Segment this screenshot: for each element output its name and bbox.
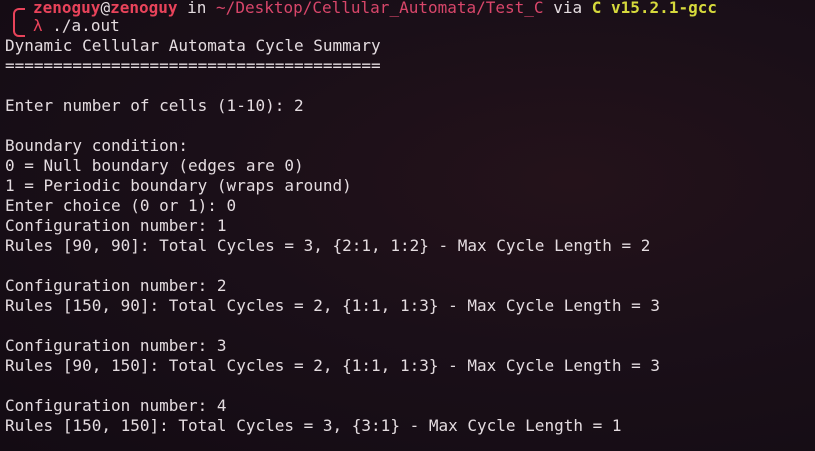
output-line: Rules [150, 150]: Total Cycles = 3, {3:1… bbox=[5, 416, 622, 435]
output-line: Rules [90, 150]: Total Cycles = 2, {1:1,… bbox=[5, 356, 661, 375]
output-line: Dynamic Cellular Automata Cycle Summary bbox=[5, 36, 381, 55]
terminal-window[interactable]: zenoguy@zenoguy in ~/Desktop/Cellular_Au… bbox=[0, 0, 815, 451]
prompt-frame-decoration bbox=[13, 8, 25, 37]
prompt-at: @ bbox=[100, 0, 111, 17]
command-line: λ ./a.out bbox=[33, 16, 120, 36]
prompt-in: in bbox=[177, 0, 217, 17]
output-line: Configuration number: 3 bbox=[5, 336, 227, 355]
output-line: Enter choice (0 or 1): 0 bbox=[5, 196, 237, 215]
output-line: Configuration number: 2 bbox=[5, 276, 227, 295]
c-language-icon: C bbox=[591, 0, 602, 17]
output-line: Rules [90, 90]: Total Cycles = 3, {2:1, … bbox=[5, 236, 651, 255]
prompt-line: zenoguy@zenoguy in ~/Desktop/Cellular_Au… bbox=[33, 0, 717, 18]
command-text: ./a.out bbox=[52, 16, 120, 35]
prompt-user: zenoguy bbox=[33, 0, 101, 17]
output-line: 1 = Periodic boundary (wraps around) bbox=[5, 176, 352, 195]
output-line: Configuration number: 1 bbox=[5, 216, 227, 235]
output-line: ======================================= bbox=[5, 56, 381, 75]
compiler-version: v15.2.1-gcc bbox=[611, 0, 717, 17]
output-line: 0 = Null boundary (edges are 0) bbox=[5, 156, 304, 175]
prompt-path: ~/Desktop/Cellular_Automata/Test_C bbox=[216, 0, 544, 17]
output-line: Configuration number: 4 bbox=[5, 396, 227, 415]
output-line: Enter number of cells (1-10): 2 bbox=[5, 96, 304, 115]
prompt-host: zenoguy bbox=[110, 0, 178, 17]
prompt-via: via bbox=[543, 0, 592, 17]
output-line: Boundary condition: bbox=[5, 136, 189, 155]
lambda-prompt-icon: λ bbox=[33, 16, 43, 35]
output-line: Rules [150, 90]: Total Cycles = 2, {1:1,… bbox=[5, 296, 661, 315]
